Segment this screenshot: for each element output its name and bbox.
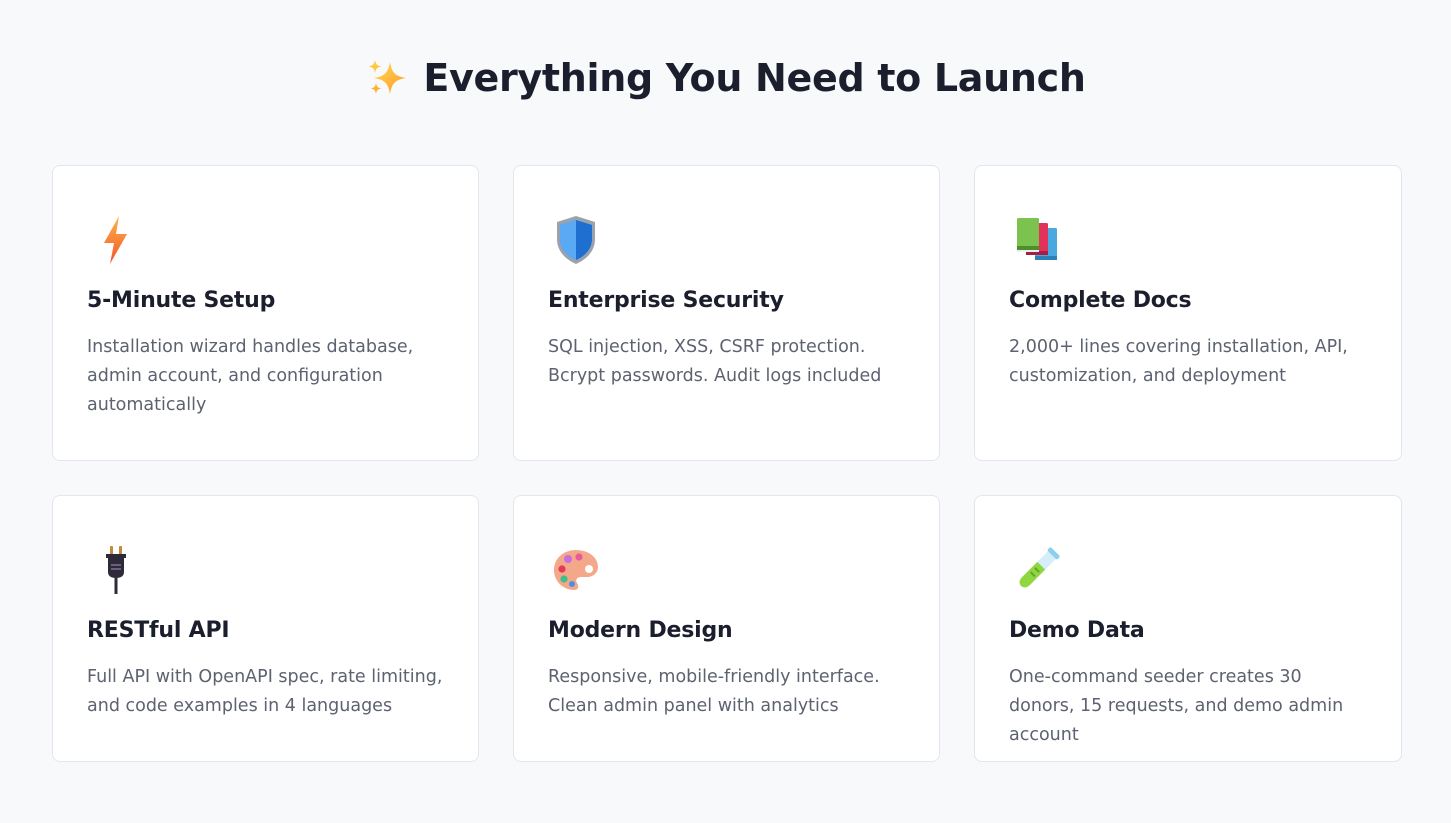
feature-title: Demo Data	[1009, 618, 1145, 643]
feature-card-setup: 5-Minute Setup Installation wizard handl…	[52, 165, 479, 461]
feature-card-design: Modern Design Responsive, mobile-friendl…	[513, 495, 940, 762]
feature-title: RESTful API	[87, 618, 230, 643]
electric-plug-icon	[87, 542, 143, 598]
feature-card-docs: Complete Docs 2,000+ lines covering inst…	[974, 165, 1402, 461]
features-grid: 5-Minute Setup Installation wizard handl…	[52, 165, 1402, 762]
feature-description: 2,000+ lines covering installation, API,…	[1009, 337, 1348, 386]
books-icon	[1009, 212, 1065, 268]
section-title: Everything You Need to Launch	[423, 56, 1086, 100]
feature-card-api: RESTful API Full API with OpenAPI spec, …	[52, 495, 479, 762]
feature-description: SQL injection, XSS, CSRF protection. Bcr…	[548, 337, 882, 386]
feature-card-security: Enterprise Security SQL injection, XSS, …	[513, 165, 940, 461]
feature-title: Modern Design	[548, 618, 733, 643]
lightning-bolt-icon	[87, 212, 143, 268]
feature-description: Responsive, mobile-friendly interface. C…	[548, 667, 880, 716]
feature-title: 5-Minute Setup	[87, 288, 276, 313]
feature-description: Full API with OpenAPI spec, rate limitin…	[87, 667, 443, 716]
features-section: Everything You Need to Launch 5-Minute S…	[0, 0, 1451, 823]
feature-card-demo-data: Demo Data One-command seeder creates 30 …	[974, 495, 1402, 762]
feature-description: Installation wizard handles database, ad…	[87, 337, 414, 415]
sparkles-icon	[365, 56, 409, 100]
feature-title: Complete Docs	[1009, 288, 1192, 313]
feature-title: Enterprise Security	[548, 288, 784, 313]
shield-icon	[548, 212, 604, 268]
artist-palette-icon	[548, 542, 604, 598]
test-tube-icon	[1009, 542, 1065, 598]
feature-description: One-command seeder creates 30 donors, 15…	[1009, 667, 1344, 745]
section-heading: Everything You Need to Launch	[0, 50, 1451, 106]
